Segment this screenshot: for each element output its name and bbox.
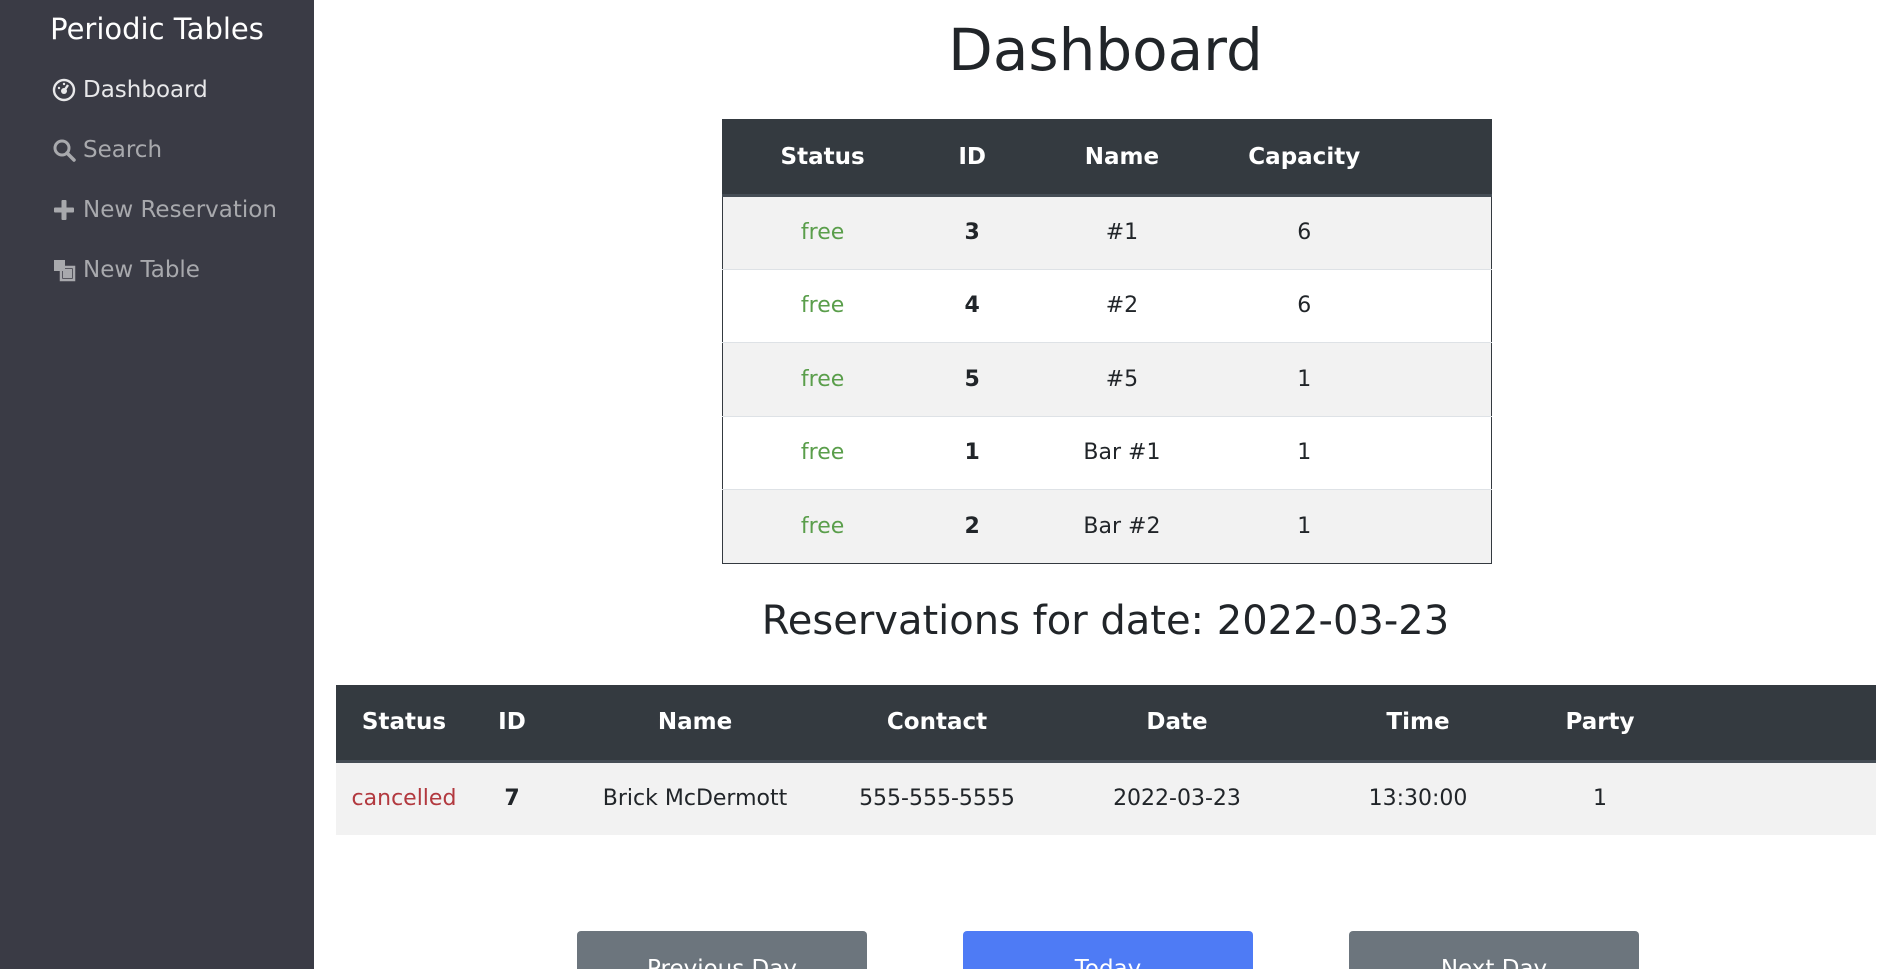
capacity-cell: 6 bbox=[1221, 195, 1387, 269]
party-cell: 1 bbox=[1518, 760, 1682, 835]
status-cell: free bbox=[722, 268, 923, 343]
id-cell: 2 bbox=[922, 489, 1023, 563]
table-row: cancelled 7 Brick McDermott 555-555-5555… bbox=[336, 760, 1876, 835]
time-cell: 13:30:00 bbox=[1318, 760, 1518, 835]
app-root: Periodic Tables Dashboard Search New Res… bbox=[0, 0, 1897, 969]
reservations-table: Status ID Name Contact Date Time Party c… bbox=[336, 685, 1876, 835]
page-title: Dashboard bbox=[948, 16, 1263, 84]
column-header: Party bbox=[1518, 685, 1682, 763]
column-header-empty bbox=[1682, 685, 1876, 763]
empty-cell bbox=[1386, 489, 1492, 563]
table-row: free 1 Bar #1 1 bbox=[722, 415, 1492, 490]
id-cell: 1 bbox=[922, 415, 1023, 490]
empty-cell bbox=[1386, 268, 1492, 343]
sidebar-item-new-table[interactable]: New Table bbox=[50, 256, 200, 284]
empty-cell bbox=[1386, 195, 1492, 269]
dashboard-icon bbox=[50, 76, 78, 104]
new-table-icon bbox=[50, 256, 78, 284]
name-cell: Bar #2 bbox=[1022, 489, 1222, 563]
column-header: Status bbox=[336, 685, 472, 763]
status-cell: free bbox=[722, 415, 923, 490]
date-cell: 2022-03-23 bbox=[1036, 760, 1318, 835]
column-header: Status bbox=[722, 119, 923, 197]
empty-cell bbox=[1682, 760, 1876, 835]
table-header-row: Status ID Name Capacity bbox=[722, 119, 1492, 197]
today-button[interactable]: Today bbox=[963, 931, 1253, 969]
table-row: free 3 #1 6 bbox=[722, 195, 1492, 269]
status-cell: free bbox=[722, 342, 923, 416]
table-row: free 4 #2 6 bbox=[722, 268, 1492, 343]
table-row: free 5 #5 1 bbox=[722, 342, 1492, 416]
sidebar-item-label: Search bbox=[83, 137, 163, 163]
capacity-cell: 1 bbox=[1221, 415, 1387, 490]
status-cell: cancelled bbox=[336, 760, 472, 835]
id-cell: 7 bbox=[472, 760, 552, 835]
id-cell: 3 bbox=[922, 195, 1023, 269]
status-cell: free bbox=[722, 489, 923, 563]
table-header-row: Status ID Name Contact Date Time Party bbox=[336, 685, 1876, 763]
column-header: ID bbox=[922, 119, 1023, 197]
search-icon bbox=[50, 136, 78, 164]
id-cell: 5 bbox=[922, 342, 1023, 416]
plus-icon bbox=[50, 196, 78, 224]
column-header: Time bbox=[1318, 685, 1518, 763]
next-day-button[interactable]: Next Day bbox=[1349, 931, 1639, 969]
name-cell: #5 bbox=[1022, 342, 1222, 416]
sidebar: Periodic Tables Dashboard Search New Res… bbox=[0, 0, 314, 969]
column-header: Capacity bbox=[1221, 119, 1387, 197]
name-cell: #1 bbox=[1022, 195, 1222, 269]
column-header-empty bbox=[1386, 119, 1492, 197]
capacity-cell: 6 bbox=[1221, 268, 1387, 343]
column-header: Contact bbox=[838, 685, 1036, 763]
sidebar-item-label: New Reservation bbox=[83, 197, 277, 223]
name-cell: Brick McDermott bbox=[552, 760, 838, 835]
main-content: Dashboard Status ID Name Capacity free 3… bbox=[314, 0, 1897, 969]
name-cell: Bar #1 bbox=[1022, 415, 1222, 490]
sidebar-item-search[interactable]: Search bbox=[50, 136, 162, 164]
capacity-cell: 1 bbox=[1221, 342, 1387, 416]
column-header: Date bbox=[1036, 685, 1318, 763]
name-cell: #2 bbox=[1022, 268, 1222, 343]
sidebar-item-label: New Table bbox=[83, 257, 200, 283]
tables-table: Status ID Name Capacity free 3 #1 6 free bbox=[722, 119, 1492, 564]
sidebar-item-new-reservation[interactable]: New Reservation bbox=[50, 196, 277, 224]
brand-title[interactable]: Periodic Tables bbox=[0, 12, 314, 46]
reservations-heading: Reservations for date: 2022-03-23 bbox=[761, 598, 1450, 644]
table-row: free 2 Bar #2 1 bbox=[722, 489, 1492, 563]
empty-cell bbox=[1386, 415, 1492, 490]
status-cell: free bbox=[722, 195, 923, 269]
column-header: ID bbox=[472, 685, 552, 763]
previous-day-button[interactable]: Previous Day bbox=[577, 931, 867, 969]
sidebar-item-dashboard[interactable]: Dashboard bbox=[50, 76, 208, 104]
capacity-cell: 1 bbox=[1221, 489, 1387, 563]
contact-cell: 555-555-5555 bbox=[838, 760, 1036, 835]
column-header: Name bbox=[1022, 119, 1222, 197]
empty-cell bbox=[1386, 342, 1492, 416]
id-cell: 4 bbox=[922, 268, 1023, 343]
column-header: Name bbox=[552, 685, 838, 763]
sidebar-item-label: Dashboard bbox=[83, 77, 208, 103]
